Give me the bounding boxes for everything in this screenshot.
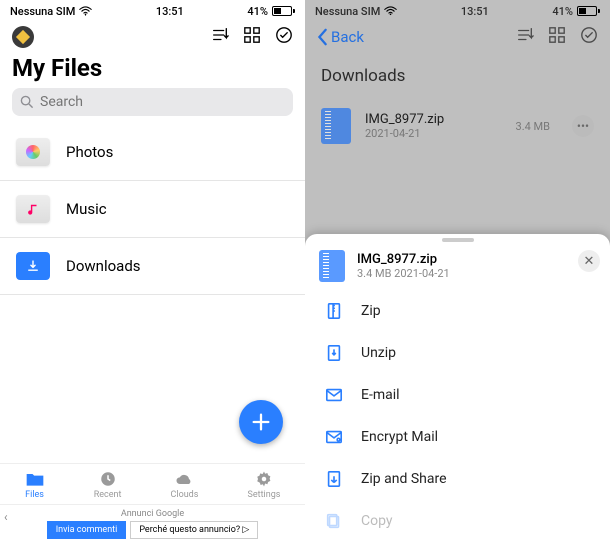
grid-icon[interactable] — [243, 26, 261, 48]
folder-photos[interactable]: Photos — [0, 124, 305, 181]
photos-folder-icon — [16, 138, 50, 166]
music-folder-icon — [16, 195, 50, 223]
back-button[interactable]: Back — [317, 28, 364, 46]
ad-why-button[interactable]: Perché questo annuncio? ▷ — [130, 521, 258, 539]
battery-icon — [577, 6, 600, 16]
search-bar[interactable] — [12, 88, 293, 116]
sheet-header: IMG_8977.zip 3.4 MB 2021-04-21 ✕ — [305, 242, 610, 290]
page-title: Downloads — [305, 54, 610, 98]
nav-bar: Back — [305, 20, 610, 54]
right-screen: Nessuna SIM 13:51 41% Back Downloads IMG… — [305, 0, 610, 542]
file-date: 2021-04-21 — [365, 127, 502, 140]
cloud-icon — [174, 470, 194, 488]
lock-mail-icon — [325, 428, 343, 446]
action-unzip[interactable]: Unzip — [305, 332, 610, 374]
action-zip-share[interactable]: Zip and Share — [305, 458, 610, 500]
battery-label: 41% — [247, 5, 268, 18]
folder-label: Downloads — [66, 257, 141, 275]
folder-label: Photos — [66, 143, 113, 161]
status-bar: Nessuna SIM 13:51 41% — [305, 0, 610, 20]
tab-recent[interactable]: Recent — [94, 470, 122, 500]
search-icon — [20, 95, 34, 109]
copy-icon — [325, 512, 343, 530]
downloads-folder-icon — [16, 252, 50, 280]
tab-clouds[interactable]: Clouds — [171, 470, 199, 500]
check-circle-icon[interactable] — [580, 26, 598, 48]
carrier-label: Nessuna SIM — [315, 5, 380, 18]
battery-icon — [272, 6, 295, 16]
mail-icon — [325, 386, 343, 404]
unzip-icon — [325, 344, 343, 362]
search-input[interactable] — [40, 94, 285, 110]
wifi-icon — [79, 6, 92, 16]
carrier-label: Nessuna SIM — [10, 5, 75, 18]
action-zip[interactable]: Zip — [305, 290, 610, 332]
check-circle-icon[interactable] — [275, 26, 293, 48]
folder-icon — [25, 470, 45, 488]
action-copy[interactable]: Copy — [305, 500, 610, 542]
battery-label: 41% — [552, 5, 573, 18]
app-logo-icon[interactable] — [12, 26, 34, 48]
share-icon — [325, 470, 343, 488]
action-encrypt-mail[interactable]: Encrypt Mail — [305, 416, 610, 458]
ad-label: Annunci Google — [121, 509, 184, 519]
zip-file-icon — [321, 108, 351, 144]
sheet-file-sub: 3.4 MB 2021-04-21 — [357, 267, 450, 280]
status-bar: Nessuna SIM 13:51 41% — [0, 0, 305, 20]
sort-icon[interactable] — [211, 26, 229, 48]
top-bar — [0, 20, 305, 54]
action-sheet: IMG_8977.zip 3.4 MB 2021-04-21 ✕ Zip Unz… — [305, 234, 610, 542]
zip-file-icon — [319, 250, 345, 282]
ad-bar: ‹ Annunci Google Invia commenti Perché q… — [0, 504, 305, 542]
plus-icon — [250, 411, 272, 433]
clock-icon — [98, 470, 118, 488]
gear-icon — [254, 470, 274, 488]
wifi-icon — [384, 6, 397, 16]
time-label: 13:51 — [461, 5, 489, 18]
ad-feedback-button[interactable]: Invia commenti — [47, 521, 127, 539]
more-button[interactable]: ••• — [572, 115, 594, 137]
close-icon: ✕ — [584, 254, 595, 269]
close-button[interactable]: ✕ — [578, 250, 600, 272]
file-row[interactable]: IMG_8977.zip 2021-04-21 3.4 MB ••• — [305, 98, 610, 154]
tab-settings[interactable]: Settings — [248, 470, 281, 500]
folder-downloads[interactable]: Downloads — [0, 238, 305, 295]
tab-bar: Files Recent Clouds Settings — [0, 463, 305, 504]
zip-icon — [325, 302, 343, 320]
grid-icon[interactable] — [548, 26, 566, 48]
file-size: 3.4 MB — [516, 120, 550, 133]
page-title: My Files — [0, 54, 305, 88]
action-email[interactable]: E-mail — [305, 374, 610, 416]
add-button[interactable] — [239, 400, 283, 444]
sort-icon[interactable] — [516, 26, 534, 48]
sheet-file-name: IMG_8977.zip — [357, 252, 450, 267]
tab-files[interactable]: Files — [25, 470, 45, 500]
folder-music[interactable]: Music — [0, 181, 305, 238]
chevron-left-icon — [317, 28, 329, 46]
time-label: 13:51 — [156, 5, 184, 18]
ad-close-icon[interactable]: ‹ — [4, 510, 8, 524]
folder-label: Music — [66, 200, 107, 218]
file-name: IMG_8977.zip — [365, 112, 502, 127]
left-screen: Nessuna SIM 13:51 41% My Files Photos Mu… — [0, 0, 305, 542]
